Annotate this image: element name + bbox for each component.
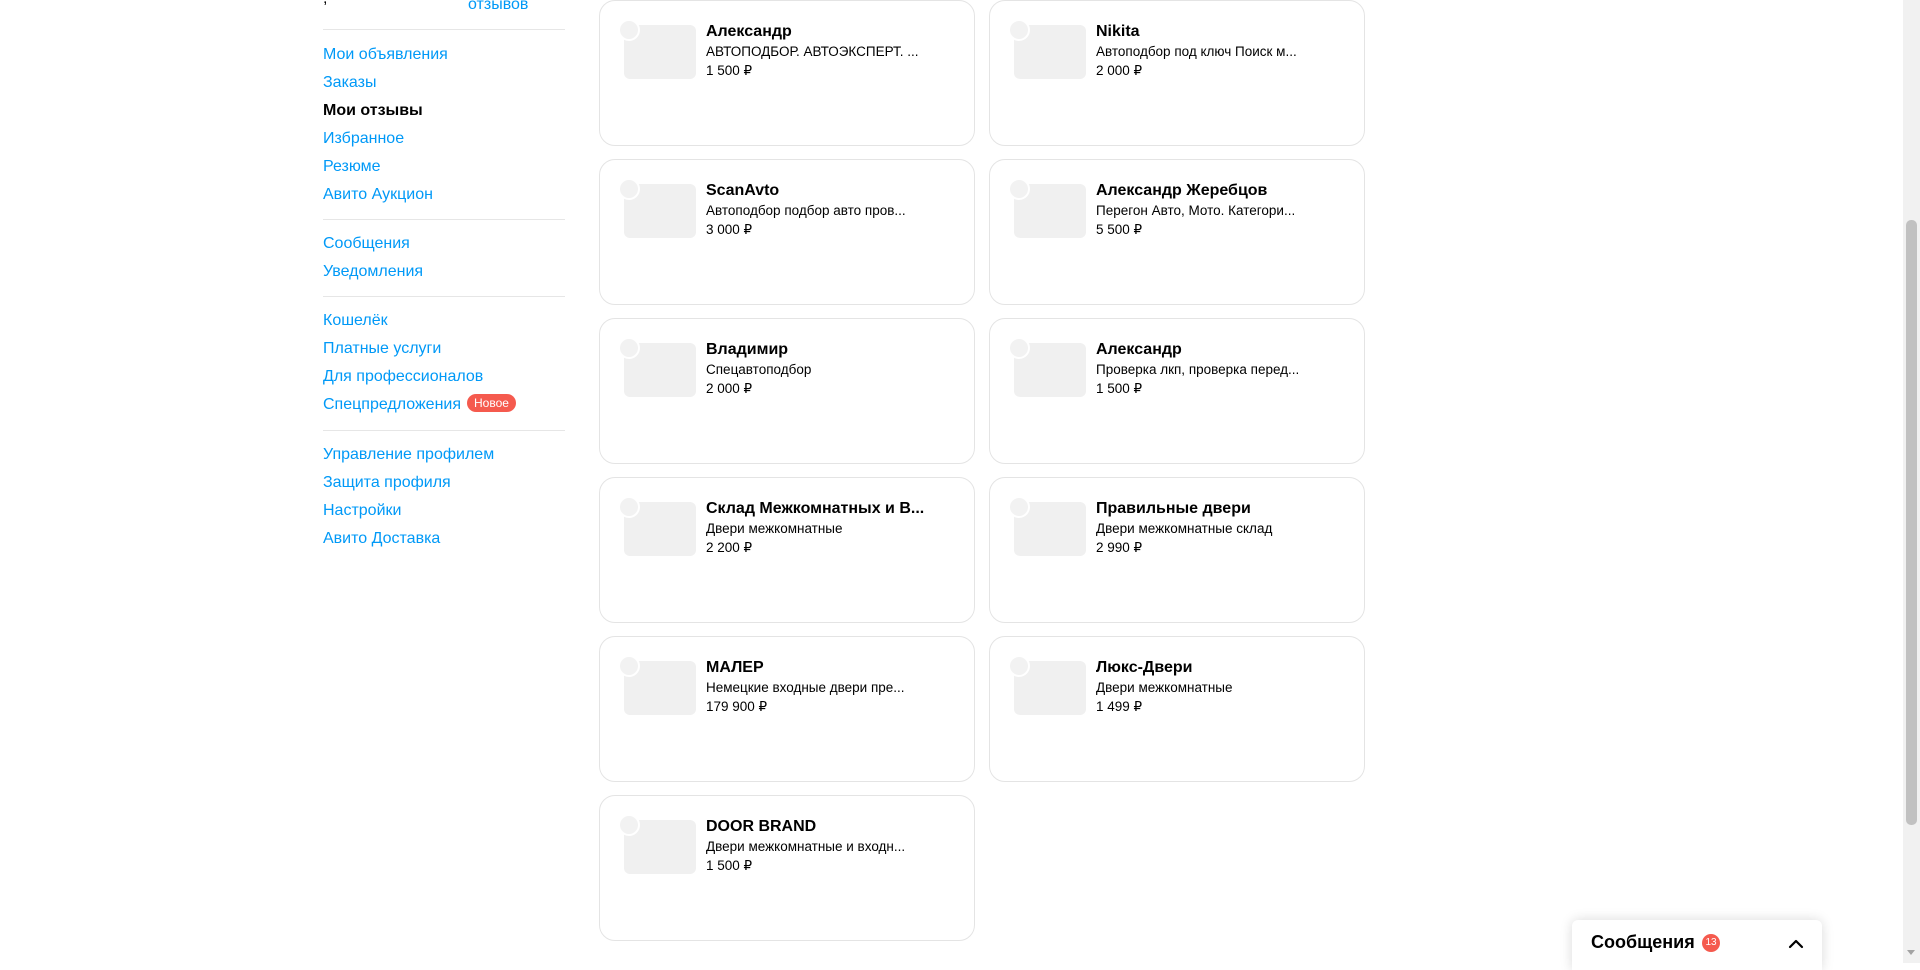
review-card[interactable]: Александр Жеребцов Перегон Авто, Мото. К… [989, 159, 1365, 305]
scrollbar-thumb[interactable] [1906, 220, 1917, 825]
reviews-count-link[interactable]: отзывов [468, 0, 528, 14]
sidebar-item-favorites[interactable]: Избранное [323, 125, 565, 153]
sidebar-group-communication: Сообщения Уведомления [323, 230, 565, 286]
sidebar-item-label: Спецпредложения [323, 396, 461, 413]
card-name: Александр Жеребцов [1096, 182, 1268, 199]
card-description: Проверка лкп, проверка перед... [1096, 362, 1300, 377]
card-description: Двери межкомнатные склад [1096, 521, 1273, 536]
review-card[interactable]: DOOR BRAND Двери межкомнатные и входн...… [599, 795, 975, 941]
card-name: Nikita [1096, 23, 1140, 40]
sidebar-item-notifications[interactable]: Уведомления [323, 258, 565, 286]
sidebar-top-fragment: , [323, 0, 327, 8]
review-card[interactable]: Александр Проверка лкп, проверка перед..… [989, 318, 1365, 464]
card-description: Автоподбор подбор авто пров... [706, 203, 906, 218]
review-card[interactable]: Склад Межкомнатных и В... Двери межкомна… [599, 477, 975, 623]
avatar [618, 178, 640, 200]
card-price: 3 000 ₽ [706, 222, 753, 237]
sidebar-item-settings[interactable]: Настройки [323, 497, 565, 525]
card-description: Автоподбор под ключ Поиск м... [1096, 44, 1297, 59]
avatar [1008, 19, 1030, 41]
sidebar-divider [323, 296, 565, 297]
card-description: Немецкие входные двери пре... [706, 680, 905, 695]
avatar [1008, 655, 1030, 677]
avatar [618, 655, 640, 677]
sidebar-item-orders[interactable]: Заказы [323, 69, 565, 97]
sidebar-item-wallet[interactable]: Кошелёк [323, 307, 565, 335]
review-card[interactable]: Александр АВТОПОДБОР. АВТОЭКСПЕРТ. ... 1… [599, 0, 975, 146]
card-name: МАЛЕР [706, 659, 764, 676]
card-price: 179 900 ₽ [706, 699, 768, 714]
new-badge: Новое [467, 394, 516, 412]
review-card[interactable]: Правильные двери Двери межкомнатные скла… [989, 477, 1365, 623]
review-card[interactable]: МАЛЕР Немецкие входные двери пре... 179 … [599, 636, 975, 782]
chevron-up-icon[interactable] [1786, 934, 1806, 954]
card-name: DOOR BRAND [706, 818, 817, 835]
card-name: Склад Межкомнатных и В... [706, 500, 925, 517]
avatar [1008, 496, 1030, 518]
avatar [618, 19, 640, 41]
card-price: 2 000 ₽ [706, 381, 753, 396]
card-price: 2 000 ₽ [1096, 63, 1143, 78]
sidebar-item-my-reviews[interactable]: Мои отзывы [323, 97, 565, 125]
card-description: Двери межкомнатные и входн... [706, 839, 906, 854]
avatar [1008, 337, 1030, 359]
page-scrollbar[interactable] [1903, 0, 1920, 963]
sidebar-divider [323, 29, 565, 30]
sidebar-item-my-ads[interactable]: Мои объявления [323, 41, 565, 69]
card-name: Правильные двери [1096, 500, 1251, 517]
sidebar-group-profile: Управление профилем Защита профиля Настр… [323, 441, 565, 553]
sidebar-divider [323, 430, 565, 431]
review-card[interactable]: Nikita Автоподбор под ключ Поиск м... 2 … [989, 0, 1365, 146]
sidebar-divider [323, 219, 565, 220]
sidebar-item-for-professionals[interactable]: Для профессионалов [323, 363, 565, 391]
card-description: Двери межкомнатные [706, 521, 843, 536]
card-price: 1 499 ₽ [1096, 699, 1143, 714]
card-description: Двери межкомнатные [1096, 680, 1233, 695]
card-name: Александр [706, 23, 792, 40]
card-description: Перегон Авто, Мото. Категори... [1096, 203, 1296, 218]
sidebar-item-profile-management[interactable]: Управление профилем [323, 441, 565, 469]
sidebar-item-paid-services[interactable]: Платные услуги [323, 335, 565, 363]
card-price: 2 990 ₽ [1096, 540, 1143, 555]
card-price: 1 500 ₽ [1096, 381, 1143, 396]
sidebar-item-messages[interactable]: Сообщения [323, 230, 565, 258]
sidebar-item-resume[interactable]: Резюме [323, 153, 565, 181]
unread-count-badge: 13 [1702, 934, 1720, 952]
card-price: 1 500 ₽ [706, 858, 753, 873]
sidebar-group-finance: Кошелёк Платные услуги Для профессионало… [323, 307, 565, 419]
review-card[interactable]: ScanAvto Автоподбор подбор авто пров... … [599, 159, 975, 305]
review-card[interactable]: Владимир Спецавтоподбор 2 000 ₽ [599, 318, 975, 464]
sidebar-item-special-offers[interactable]: Спецпредложения Новое [323, 391, 565, 419]
card-name: Люкс-Двери [1096, 659, 1193, 676]
sidebar-item-avito-delivery[interactable]: Авито Доставка [323, 525, 565, 553]
avatar [1008, 178, 1030, 200]
review-card[interactable]: Люкс-Двери Двери межкомнатные 1 499 ₽ [989, 636, 1365, 782]
sidebar-item-profile-protection[interactable]: Защита профиля [323, 469, 565, 497]
card-description: АВТОПОДБОР. АВТОЭКСПЕРТ. ... [706, 44, 919, 59]
avatar [618, 814, 640, 836]
card-price: 1 500 ₽ [706, 63, 753, 78]
card-description: Спецавтоподбор [706, 362, 812, 377]
sidebar-item-auction[interactable]: Авито Аукцион [323, 181, 565, 209]
card-price: 5 500 ₽ [1096, 222, 1143, 237]
avatar [618, 337, 640, 359]
card-name: Владимир [706, 341, 789, 358]
card-price: 2 200 ₽ [706, 540, 753, 555]
avatar [618, 496, 640, 518]
sidebar-group-main: Мои объявления Заказы Мои отзывы Избранн… [323, 41, 565, 209]
card-name: ScanAvto [706, 182, 780, 199]
card-name: Александр [1096, 341, 1182, 358]
messages-panel-title: Сообщения [1591, 932, 1695, 952]
scroll-down-arrow-icon[interactable] [1907, 950, 1915, 955]
